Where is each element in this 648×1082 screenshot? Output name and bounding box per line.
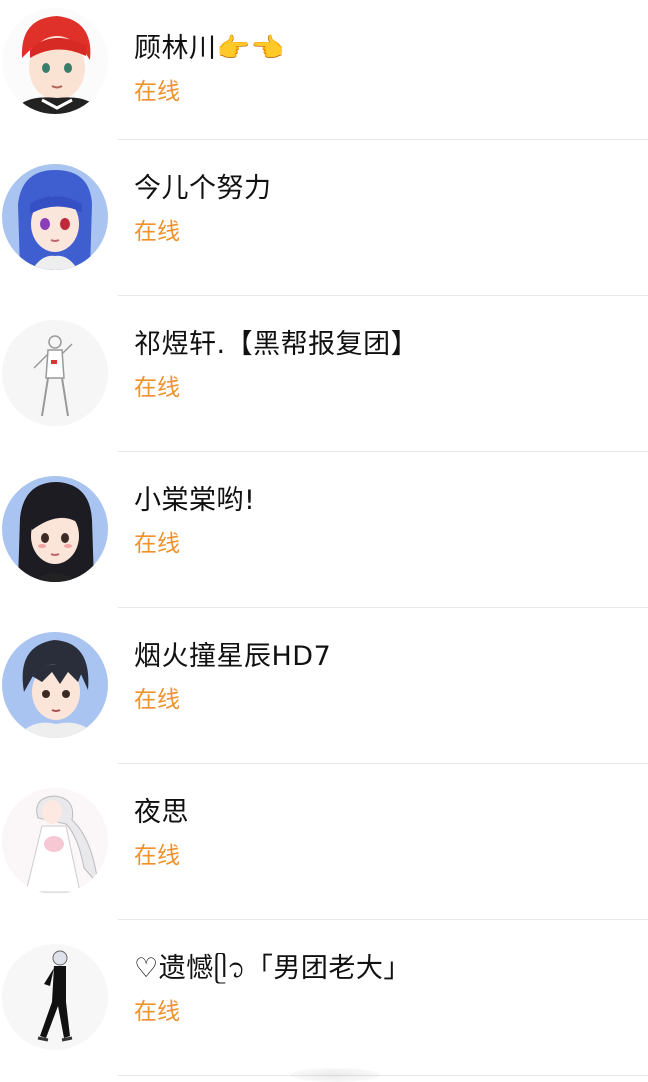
white-dress-girl-avatar-icon[interactable] [2, 788, 108, 894]
online-status: 在线 [134, 843, 180, 869]
friend-row[interactable]: 今儿个努力 在线 [0, 140, 648, 296]
friend-name: 今儿个努力 [134, 173, 272, 204]
scroll-edge-shadow [290, 1068, 380, 1082]
friend-row[interactable]: 烟火撞星辰HD7 在线 [0, 608, 648, 764]
black-suit-figure-avatar-icon[interactable] [2, 944, 108, 1050]
online-status: 在线 [134, 219, 180, 245]
sketch-figure-avatar-icon[interactable] [2, 320, 108, 426]
friend-row[interactable]: 顾林川👉👈 在线 [0, 0, 648, 140]
friend-row[interactable]: 小棠棠哟! 在线 [0, 452, 648, 608]
divider [118, 1075, 648, 1076]
friend-name: 夜思 [134, 797, 189, 828]
black-hair-girl-avatar-icon[interactable] [2, 476, 108, 582]
friend-name: 小棠棠哟! [134, 485, 256, 516]
red-hair-boy-avatar-icon[interactable] [2, 8, 108, 114]
friend-row[interactable]: 祁煜轩.【黑帮报复团】 在线 [0, 296, 648, 452]
friend-row[interactable]: 夜思 在线 [0, 764, 648, 920]
friend-name: 烟火撞星辰HD7 [134, 641, 332, 672]
friend-name: ♡遗憾ᥫ᭡「男团老大」 [134, 953, 411, 984]
friend-row[interactable]: ♡遗憾ᥫ᭡「男团老大」 在线 [0, 920, 648, 1076]
online-status: 在线 [134, 687, 180, 713]
online-status: 在线 [134, 999, 180, 1025]
friend-list: 顾林川👉👈 在线 今儿个努力 在线 祁煜轩.【黑帮报复团】 在线 小棠棠哟! 在… [0, 0, 648, 1076]
blue-hair-girl-avatar-icon[interactable] [2, 164, 108, 270]
dark-hair-boy-avatar-icon[interactable] [2, 632, 108, 738]
online-status: 在线 [134, 531, 180, 557]
friend-name: 祁煜轩.【黑帮报复团】 [134, 329, 419, 360]
online-status: 在线 [134, 375, 180, 401]
online-status: 在线 [134, 79, 180, 105]
friend-name: 顾林川👉👈 [134, 33, 285, 64]
